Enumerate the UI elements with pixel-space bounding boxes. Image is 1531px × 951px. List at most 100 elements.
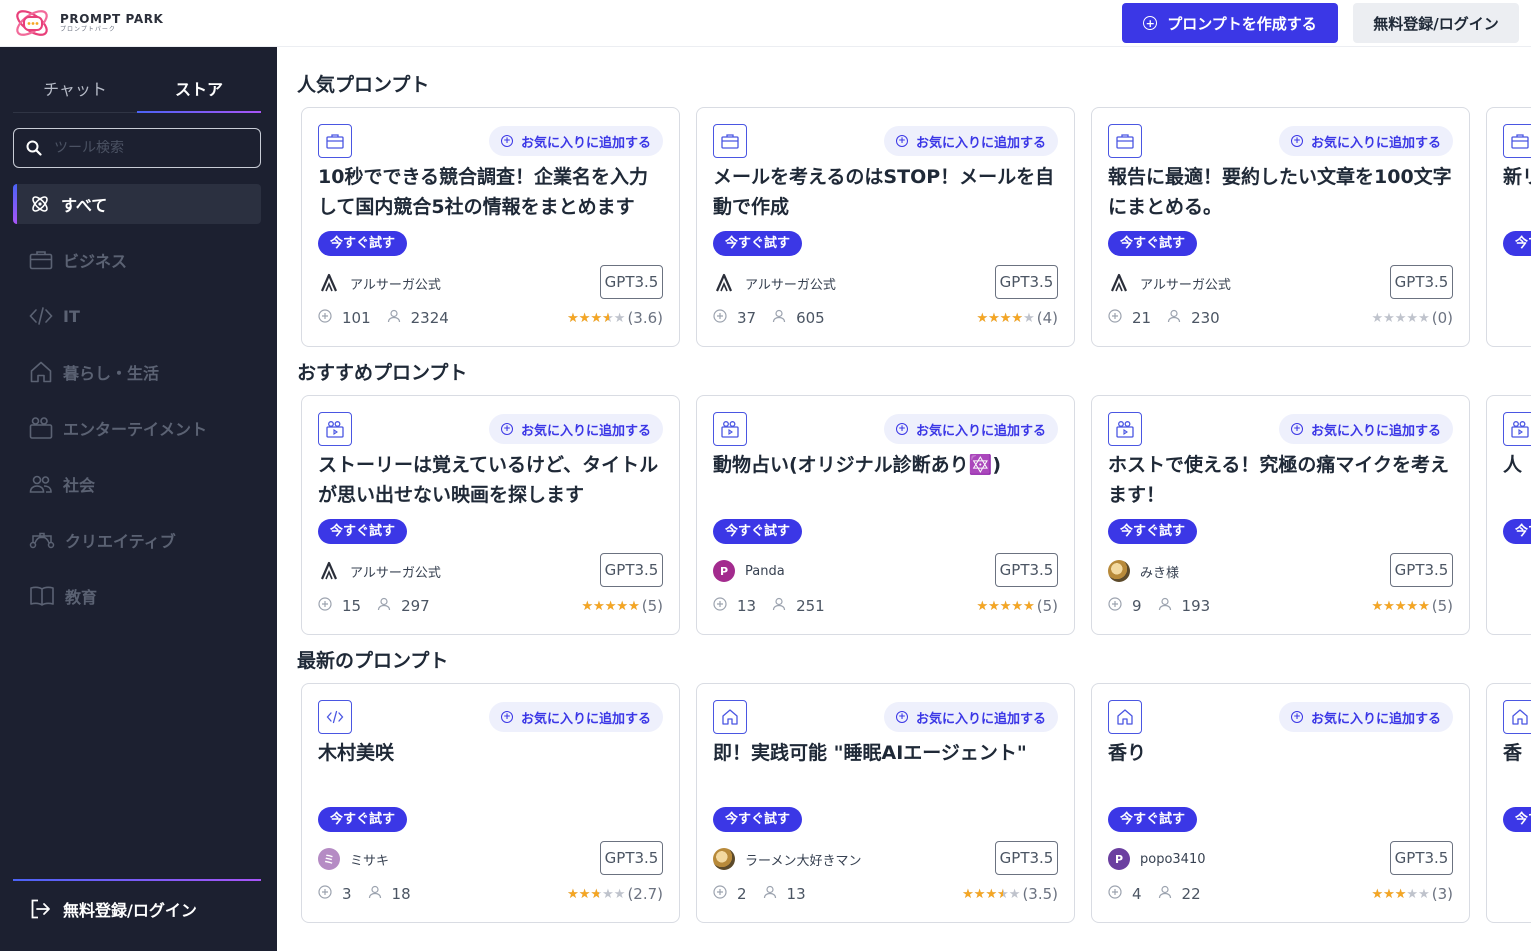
prompt-card[interactable]: + お気に入りに追加する 報告に最適！要約したい文章を100文字にまとめる。 今すぐ試… [1091,107,1470,347]
plus-circle-icon [1108,885,1122,903]
favorite-button[interactable]: + お気に入りに追加する [488,414,663,444]
author-logo-avatar [1108,272,1130,294]
prompt-card[interactable]: + お気に入りに追加する 香り 今すぐ試す Ppopo3410 GPT3.5 4 22 ★★★★… [1091,683,1470,923]
favorite-button[interactable]: + お気に入りに追加する [1278,414,1453,444]
favorite-button[interactable]: + お気に入りに追加する [883,414,1058,444]
prompt-card[interactable]: + お気に入りに追加する 木村美咲 今すぐ試すミミサキ GPT3.5 3 18 ★★★★★ ★★… [301,683,680,923]
rating: ★★★★★★★★★★(0) [1371,309,1453,327]
sidebar-item-label: 教育 [65,588,98,607]
sidebar-item-business[interactable]: ビジネス [13,240,261,280]
user-count: 193 [1181,597,1211,615]
card-author[interactable]: ミミサキ [318,848,389,870]
section-title: 人気プロンプト [297,74,430,96]
favorite-button[interactable]: + お気に入りに追加する [883,126,1058,156]
sidebar-item-creative[interactable]: クリエイティブ [13,520,261,560]
stars-filled: ★★★★★ [976,599,1035,613]
model-badge: GPT3.5 [1390,841,1453,875]
sidebar-item-education[interactable]: 教育 [13,576,261,616]
search-input[interactable] [54,140,244,156]
favorite-button[interactable]: + お気に入りに追加する [1278,702,1453,732]
try-now-button[interactable]: 今すぐ試す [1108,231,1198,256]
star-rating: ★★★★★★★★★★ [976,312,1034,325]
favorite-label: お気に入りに追加する [1310,135,1441,151]
login-icon [31,899,50,919]
try-now-button[interactable]: 今すぐ試す [318,519,408,544]
sidebar-item-entertainment[interactable]: エンターテイメント [13,408,261,448]
try-now-button[interactable]: 今すぐ試す [1503,231,1531,256]
prompt-card[interactable]: +お気に入りに追加する香今すぐ試す [1486,683,1531,923]
try-now-button[interactable]: 今すぐ試す [1108,807,1198,832]
card-author[interactable]: アルサーガ公式 [318,272,441,294]
star-rating: ★★★★★★★★★★ [1371,600,1429,613]
card-author[interactable]: アルサーガ公式 [713,272,836,294]
create-prompt-button[interactable]: + プロンプトを作成する [1122,3,1338,43]
try-now-button[interactable]: 今すぐ試す [713,519,803,544]
rating: ★★★★★ ★★★★★ (5) [976,597,1058,615]
sidebar-item-it[interactable]: IT [13,296,261,336]
card-stats: 37 605 [713,309,825,327]
use-count: 101 [342,309,371,327]
card-author[interactable]: P Panda [713,560,785,582]
home-icon [30,361,52,383]
favorite-button[interactable]: + お気に入りに追加する [488,702,663,732]
card-author[interactable]: アルサーガ公式 [318,560,441,582]
favorite-button[interactable]: + お気に入りに追加する [883,702,1058,732]
plus-circle-icon [1108,597,1122,615]
user-icon [1158,885,1172,903]
prompt-card[interactable]: + お気に入りに追加する ストーリーは覚えているけど、タイトルが思い出せない映画を探… [301,395,680,635]
sidebar-item-label: すべて [61,196,108,215]
section-title: おすすめプロンプト [297,362,468,384]
card-title: 香り [1108,742,1147,764]
search-icon [26,140,42,156]
login-button[interactable]: 無料登録/ログイン [1353,3,1519,43]
sidebar-item-all[interactable]: すべて [13,184,261,224]
atom-icon [32,196,48,212]
card-author[interactable]: ラーメン大好きマン [713,848,861,870]
author-name: ミサキ [350,853,390,869]
try-now-button[interactable]: 今すぐ試す [713,231,803,256]
book-icon [30,586,54,606]
favorite-button[interactable]: + お気に入りに追加する [1278,126,1453,156]
prompt-card[interactable]: + お気に入りに追加する 10秒でできる競合調査！企業名を入力して国内競合5社の情報… [301,107,680,347]
prompt-card[interactable]: + お気に入りに追加する 即！実践可能 "睡眠AIエージェント" 今すぐ試す ラーメン大… [696,683,1075,923]
card-row: + お気に入りに追加する 10秒でできる競合調査！企業名を入力して国内競合5社の情報… [301,107,1531,347]
card-author[interactable]: みき様 [1108,560,1179,582]
prompt-card[interactable]: + お気に入りに追加する メールを考えるのはSTOP！メールを自動で作成 今すぐ試すア… [696,107,1075,347]
card-author[interactable]: アルサーガ公式 [1108,272,1231,294]
try-now-button[interactable]: 今すぐ試す [318,807,408,832]
try-now-button[interactable]: 今すぐ試す [1503,519,1531,544]
logo[interactable]: PROMPT PARK プロンプトパーク [12,3,163,43]
card-author[interactable]: Ppopo3410 [1108,848,1206,870]
favorite-button[interactable]: + お気に入りに追加する [488,126,663,156]
card-row: + お気に入りに追加する ストーリーは覚えているけど、タイトルが思い出せない映画を探… [301,395,1531,635]
favorite-label: お気に入りに追加する [1310,711,1441,727]
try-now-button[interactable]: 今すぐ試す [1108,519,1198,544]
user-icon [368,885,382,903]
try-now-button[interactable]: 今すぐ試す [1503,807,1531,832]
sidebar-item-label: 暮らし・生活 [63,364,160,383]
stars-filled: ★★★★★ [962,887,1003,901]
tab-chat[interactable]: チャット [13,67,137,112]
card-title: 新リ [1503,166,1531,188]
star-rating: ★★★★★★★★★★ [976,600,1034,613]
favorite-label: お気に入りに追加する [520,423,651,439]
prompt-card[interactable]: + お気に入りに追加する ホストで使える！究極の痛マイクを考えます！ 今すぐ試す みき様… [1091,395,1470,635]
try-now-button[interactable]: 今すぐ試す [318,231,408,256]
tab-store[interactable]: ストア [137,67,261,113]
card-stats: 4 22 [1108,885,1201,903]
sidebar-item-society[interactable]: 社会 [13,464,261,504]
plus-circle-icon: + [1290,711,1303,723]
briefcase-icon [1503,124,1531,158]
rating-value: (5) [1431,597,1453,615]
user-count: 230 [1191,309,1220,327]
prompt-card[interactable]: +お気に入りに追加する新リ今すぐ試す [1486,107,1531,347]
prompt-card[interactable]: + お気に入りに追加する 動物占い(オリジナル診断あり🔯) 今すぐ試す P Panda GP… [696,395,1075,635]
prompt-card[interactable]: +お気に入りに追加する人今すぐ試す [1486,395,1531,635]
sidebar-item-life[interactable]: 暮らし・生活 [13,352,261,392]
sidebar-login-button[interactable]: 無料登録/ログイン [13,881,261,937]
card-row: + お気に入りに追加する 木村美咲 今すぐ試すミミサキ GPT3.5 3 18 ★★★★★ ★★… [301,683,1531,923]
author-name: みき様 [1140,565,1180,581]
try-now-button[interactable]: 今すぐ試す [713,807,803,832]
rating-value: (3.6) [627,309,663,327]
card-stats: 13 251 [713,597,825,615]
